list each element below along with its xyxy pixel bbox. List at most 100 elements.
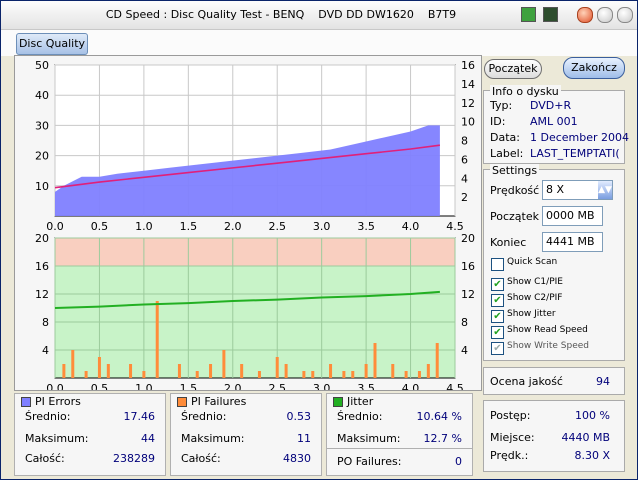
pi-failure-bar (417, 371, 421, 378)
show-read-speed-checkbox[interactable]: ✔ (491, 326, 504, 339)
disc-id-value: AML 001 (530, 115, 578, 128)
speed-readout-value: 8.30 X (574, 449, 610, 462)
pi-failure-bar (404, 371, 408, 378)
start-button[interactable]: Początek (484, 59, 542, 79)
pi-failure-bar (342, 371, 346, 378)
top-chart-y-right-tick-label: 10 (461, 116, 475, 129)
pi-failure-bar (311, 371, 315, 378)
bottom-chart-x-tick-label: 3.5 (357, 382, 375, 390)
bottom-chart-y-left-tick-label: 4 (42, 344, 49, 357)
pi-failures-total-label: Całość: (181, 452, 221, 465)
top-chart-x-tick-label: 2.5 (268, 220, 286, 233)
pi-failures-box: PI Failures Średnio: 0.53 Maksimum: 11 C… (170, 393, 322, 476)
quality-value: 94 (596, 375, 610, 388)
show-jitter-label: Show Jitter (507, 309, 556, 319)
pi-failures-title: PI Failures (191, 395, 247, 408)
pi-failure-bar (284, 364, 288, 378)
settings-group: Settings Prędkość 8 X ▲▼ Początek 0000 M… (483, 164, 625, 361)
jitter-max-value: 12.7 % (423, 432, 462, 445)
show-c2-checkbox[interactable]: ✔ (491, 294, 504, 307)
quality-group: Ocena jakość 94 (483, 367, 625, 395)
pi-failures-swatch (177, 397, 187, 407)
pi-failure-bar (329, 364, 333, 378)
quick-scan-label: Quick Scan (507, 257, 558, 267)
po-failures-label: PO Failures: (337, 455, 402, 468)
pi-failure-bar (391, 364, 395, 378)
pi-failure-bar (209, 364, 213, 378)
minimize-icon[interactable] (577, 7, 593, 23)
close-icon[interactable] (617, 7, 633, 23)
show-c2-label: Show C2/PIF (507, 293, 563, 303)
bottom-chart-y-left-tick-label: 12 (35, 288, 49, 301)
quick-scan-checkbox[interactable] (491, 258, 504, 271)
jitter-title: Jitter (347, 395, 374, 408)
show-c1-checkbox[interactable]: ✔ (491, 278, 504, 291)
progress-label: Postęp: (490, 409, 531, 422)
pi-failure-bar (302, 371, 306, 378)
bottom-chart-y-right-tick-label: 12 (461, 288, 475, 301)
pi-failure-bar (351, 371, 355, 378)
speed-value: 8 X (546, 183, 565, 196)
chevron-down-icon[interactable]: ▲▼ (598, 181, 612, 199)
pi-failure-bar (426, 364, 430, 378)
bottom-chart-y-right-tick-label: 8 (461, 316, 468, 329)
jitter-divider (327, 448, 472, 449)
top-chart-x-tick-label: 0.5 (91, 220, 109, 233)
pi-failures-max-label: Maksimum: (181, 432, 245, 445)
disc-id-label: ID: (490, 115, 506, 128)
top-chart-y-left-tick-label: 50 (35, 59, 49, 72)
bottom-chart-x-tick-label: 3.0 (313, 382, 331, 390)
pi-failure-bar (177, 364, 181, 378)
disc-label-label: Label: (490, 147, 524, 160)
position-label: Miejsce: (490, 431, 535, 444)
show-c1-label: Show C1/PIE (507, 277, 563, 287)
stop-button[interactable]: Zakończ (563, 57, 625, 79)
top-chart-y-right-tick-label: 6 (461, 153, 468, 166)
position-value: 4440 MB (561, 431, 610, 444)
disc-label-value: LAST_TEMPTATI( (530, 147, 620, 160)
end-input[interactable]: 4441 MB (542, 232, 603, 252)
pi-errors-title: PI Errors (35, 395, 81, 408)
app-icon-1[interactable] (521, 7, 536, 22)
show-jitter-checkbox[interactable]: ✔ (491, 310, 504, 323)
speed-readout-label: Prędk.: (490, 449, 529, 462)
top-chart-x-tick-label: 3.0 (313, 220, 331, 233)
pi-errors-max-value: 44 (141, 432, 155, 445)
pi-errors-total-label: Całość: (25, 452, 65, 465)
top-chart-x-tick-label: 1.0 (135, 220, 153, 233)
speed-select[interactable]: 8 X ▲▼ (542, 180, 613, 200)
jitter-max-label: Maksimum: (337, 432, 401, 445)
pi-failure-bar (257, 371, 261, 378)
bottom-chart-y-left-tick-label: 16 (35, 260, 49, 273)
top-chart-y-left-tick-label: 40 (35, 89, 49, 102)
tab-bar: Disc Quality (1, 30, 637, 56)
bottom-chart-y-right-tick-label: 20 (461, 232, 475, 245)
disc-info-title: Info o dysku (490, 85, 561, 98)
speed-label: Prędkość (490, 184, 540, 197)
top-chart-y-right-tick-label: 2 (461, 191, 468, 204)
pi-errors-avg-value: 17.46 (123, 410, 156, 423)
window-title: CD Speed : Disc Quality Test - BENQ DVD … (105, 8, 457, 21)
start-input[interactable]: 0000 MB (542, 206, 603, 226)
disc-date-value: 1 December 2004 (530, 131, 630, 144)
tab-disc-quality[interactable]: Disc Quality (16, 33, 88, 55)
progress-value: 100 % (575, 409, 610, 422)
app-icon-2[interactable] (543, 7, 558, 22)
pi-errors-swatch (21, 397, 31, 407)
top-chart-y-left-tick-label: 10 (35, 180, 49, 193)
pi-errors-total-value: 238289 (113, 452, 155, 465)
chart-svg: 10 20 30 40 50 2 4 6 8 10 12 14 16 0.0 0.5 1.0 1.5 2.0 2.5… (35, 59, 475, 395)
pi-failure-bar (435, 343, 439, 378)
show-read-speed-label: Show Read Speed (507, 325, 588, 335)
show-write-speed-checkbox[interactable]: ✔ (491, 342, 504, 355)
bottom-chart-y-right-tick-label: 4 (461, 344, 468, 357)
bottom-chart-x-tick-label: 0.5 (91, 382, 109, 390)
start-label: Początek (490, 210, 539, 223)
pi-failure-bar (106, 364, 110, 378)
po-failures-value: 0 (455, 455, 462, 468)
bottom-chart-x-tick-label: 4.5 (446, 382, 464, 390)
top-chart-x-tick-label: 2.0 (224, 220, 242, 233)
maximize-icon[interactable] (597, 7, 613, 23)
pi-errors-max-label: Maksimum: (25, 432, 89, 445)
pi-errors-avg-label: Średnio: (25, 410, 71, 423)
